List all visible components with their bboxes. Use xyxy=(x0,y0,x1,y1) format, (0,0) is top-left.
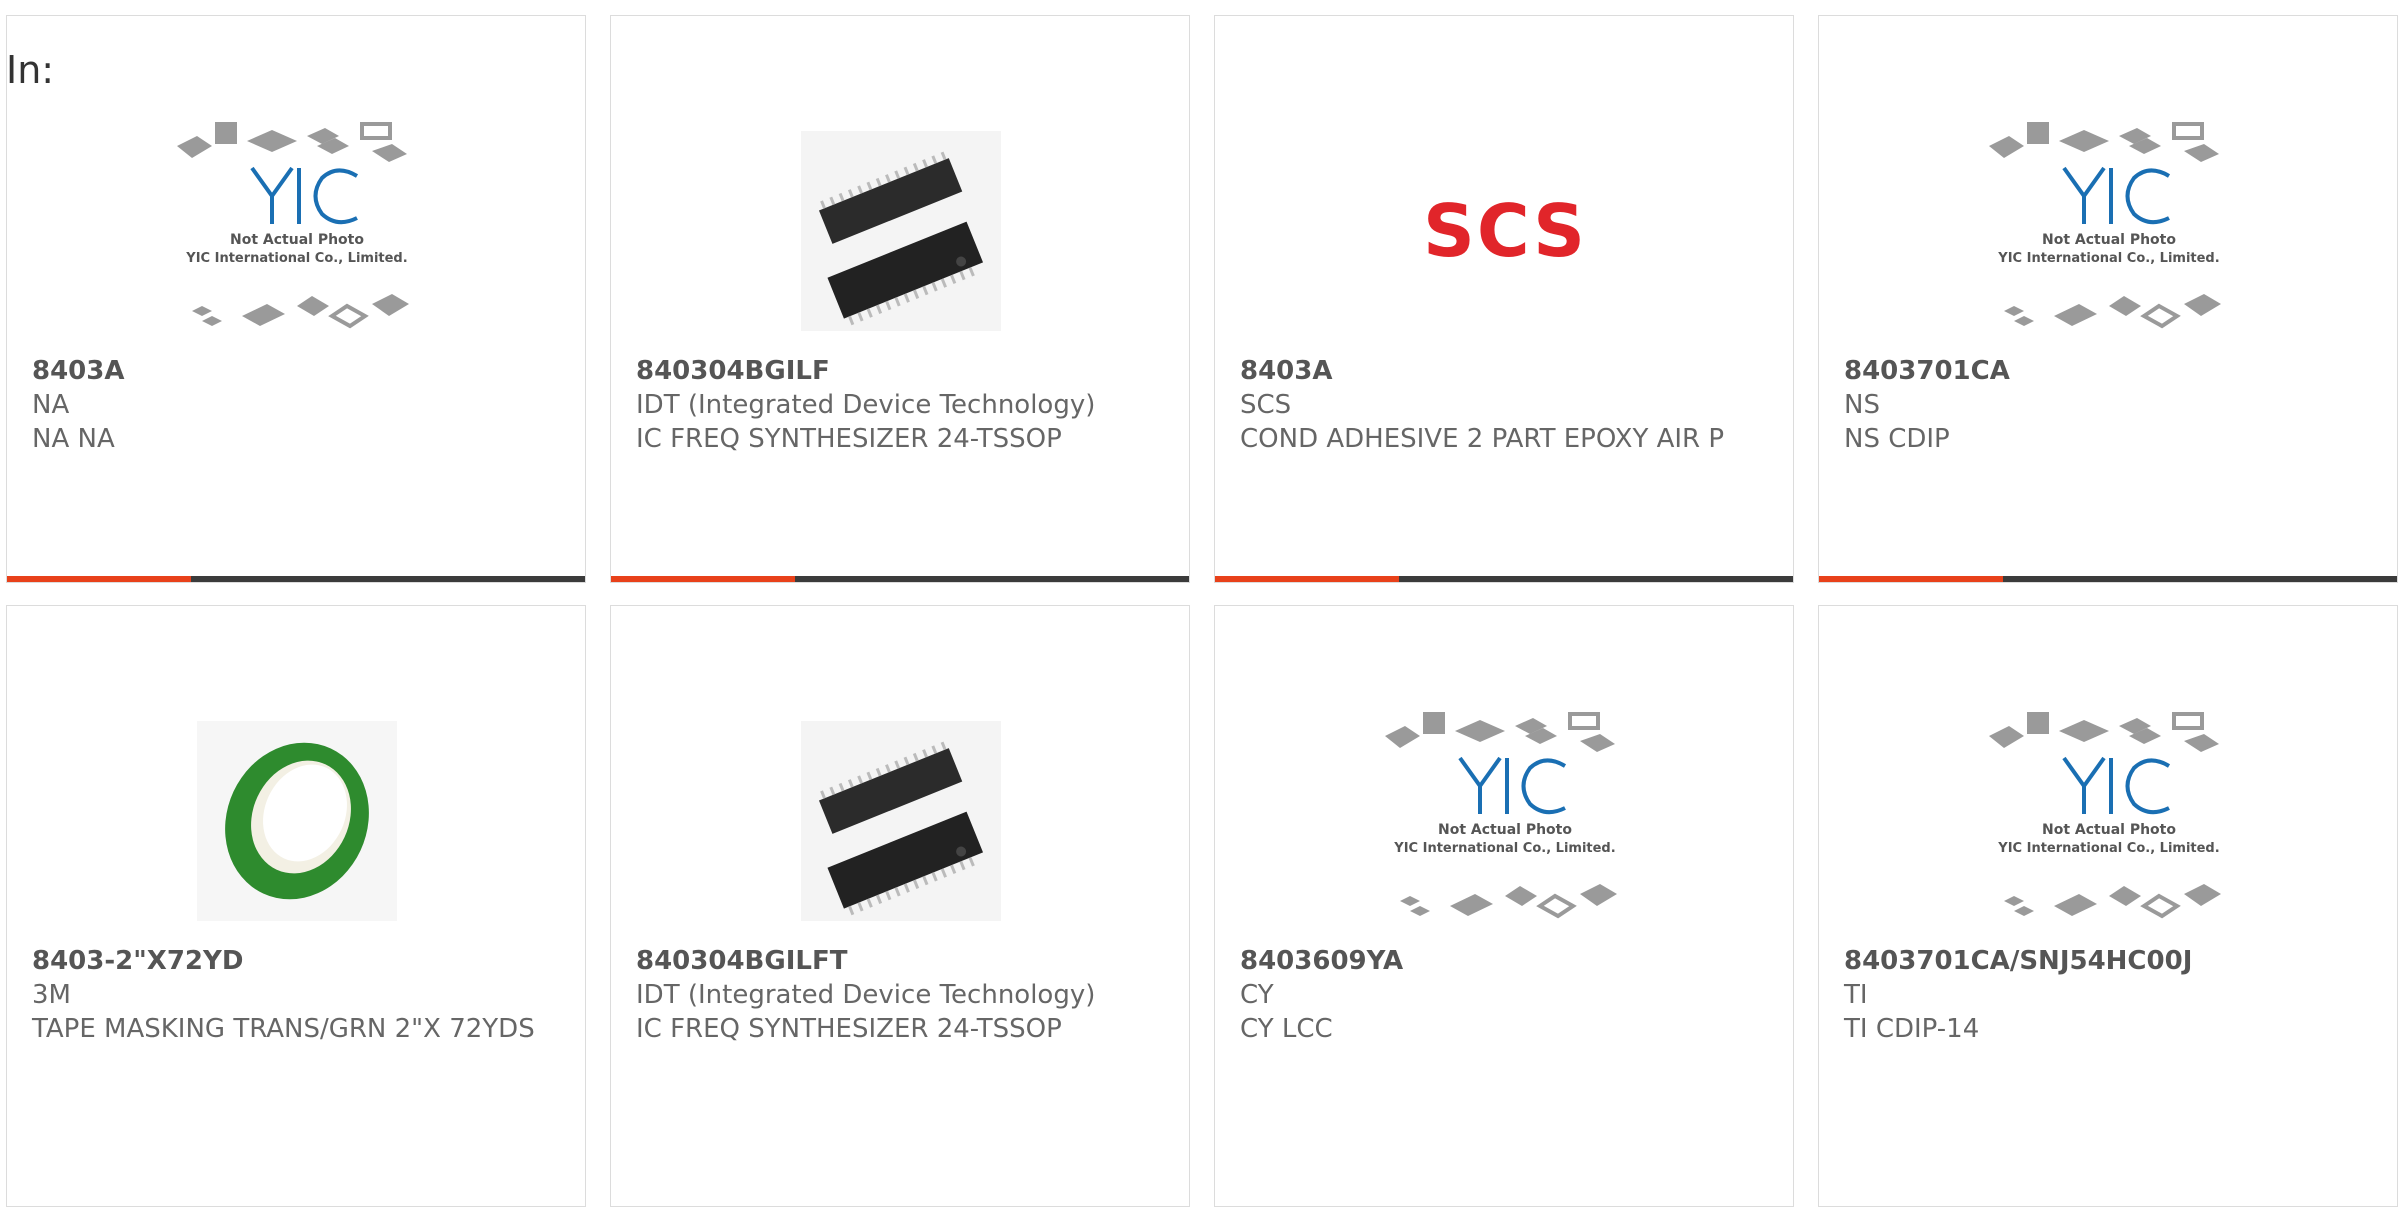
description: TAPE MASKING TRANS/GRN 2"X 72YDS xyxy=(32,1014,535,1044)
product-card[interactable]: Not Actual Photo YIC International Co., … xyxy=(1818,605,2398,1207)
product-card[interactable]: 8403-2"X72YD 3M TAPE MASKING TRANS/GRN 2… xyxy=(6,605,586,1207)
tssop-chip-image xyxy=(801,131,1001,331)
description: COND ADHESIVE 2 PART EPOXY AIR P xyxy=(1240,424,1725,454)
part-number[interactable]: 840304BGILFT xyxy=(636,944,1169,978)
manufacturer: IDT (Integrated Device Technology) xyxy=(636,390,1096,420)
description: TI CDIP-14 xyxy=(1844,1014,1980,1044)
product-info: 8403A SCS COND ADHESIVE 2 PART EPOXY AIR… xyxy=(1240,354,1773,456)
tssop-chip-image xyxy=(801,721,1001,921)
product-card[interactable]: Not Actual Photo YIC International Co., … xyxy=(1214,605,1794,1207)
manufacturer: NS xyxy=(1844,390,1880,420)
part-number[interactable]: 8403A xyxy=(1240,354,1773,388)
placeholder-line2: YIC International Co., Limited. xyxy=(1997,841,2219,856)
placeholder-line1: Not Actual Photo xyxy=(230,232,364,248)
card-bottom-bar xyxy=(611,576,1189,582)
placeholder-line2: YIC International Co., Limited. xyxy=(1997,251,2219,266)
part-number[interactable]: 8403609YA xyxy=(1240,944,1773,978)
part-number[interactable]: 840304BGILF xyxy=(636,354,1169,388)
placeholder-line1: Not Actual Photo xyxy=(2042,232,2176,248)
yic-placeholder-image: Not Actual Photo YIC International Co., … xyxy=(1989,712,2221,919)
part-number[interactable]: 8403-2"X72YD xyxy=(32,944,565,978)
manufacturer: CY xyxy=(1240,980,1274,1010)
product-card[interactable]: Not Actual Photo YIC International Co., … xyxy=(6,15,586,583)
manufacturer: SCS xyxy=(1240,390,1292,420)
manufacturer: TI xyxy=(1844,980,1868,1010)
description: NA NA xyxy=(32,424,115,454)
tape-roll-image xyxy=(197,721,397,921)
yic-placeholder-image: Not Actual Photo YIC International Co., … xyxy=(177,122,409,329)
manufacturer: 3M xyxy=(32,980,71,1010)
product-image: Not Actual Photo YIC International Co., … xyxy=(147,96,447,366)
part-number[interactable]: 8403701CA/SNJ54HC00J xyxy=(1844,944,2377,978)
product-image xyxy=(751,686,1051,956)
product-info: 840304BGILF IDT (Integrated Device Techn… xyxy=(636,354,1169,456)
manufacturer: IDT (Integrated Device Technology) xyxy=(636,980,1096,1010)
description: CY LCC xyxy=(1240,1014,1333,1044)
product-image: Not Actual Photo YIC International Co., … xyxy=(1959,686,2259,956)
product-image: SCS xyxy=(1355,96,1655,366)
product-card[interactable]: 840304BGILF IDT (Integrated Device Techn… xyxy=(610,15,1190,583)
part-number[interactable]: 8403701CA xyxy=(1844,354,2377,388)
product-info: 8403-2"X72YD 3M TAPE MASKING TRANS/GRN 2… xyxy=(32,944,565,1046)
placeholder-line2: YIC International Co., Limited. xyxy=(1393,841,1615,856)
product-image: Not Actual Photo YIC International Co., … xyxy=(1355,686,1655,956)
filter-label: In: xyxy=(6,48,55,92)
product-info: 8403609YA CY CY LCC xyxy=(1240,944,1773,1046)
product-grid: Not Actual Photo YIC International Co., … xyxy=(6,15,2398,1207)
description: IC FREQ SYNTHESIZER 24-TSSOP xyxy=(636,424,1062,454)
manufacturer: NA xyxy=(32,390,70,420)
yic-placeholder-image: Not Actual Photo YIC International Co., … xyxy=(1989,122,2221,329)
description: IC FREQ SYNTHESIZER 24-TSSOP xyxy=(636,1014,1062,1044)
scs-logo: SCS xyxy=(1423,189,1587,273)
yic-placeholder-image: Not Actual Photo YIC International Co., … xyxy=(1385,712,1617,919)
product-info: 840304BGILFT IDT (Integrated Device Tech… xyxy=(636,944,1169,1046)
placeholder-line1: Not Actual Photo xyxy=(1438,822,1572,838)
product-card[interactable]: Not Actual Photo YIC International Co., … xyxy=(1818,15,2398,583)
card-bottom-bar xyxy=(7,576,585,582)
card-bottom-bar xyxy=(1215,576,1793,582)
placeholder-line2: YIC International Co., Limited. xyxy=(185,251,407,266)
placeholder-line1: Not Actual Photo xyxy=(2042,822,2176,838)
product-image xyxy=(147,686,447,956)
product-info: 8403A NA NA NA xyxy=(32,354,565,456)
product-image: Not Actual Photo YIC International Co., … xyxy=(1959,96,2259,366)
product-image xyxy=(751,96,1051,366)
product-info: 8403701CA/SNJ54HC00J TI TI CDIP-14 xyxy=(1844,944,2377,1046)
card-bottom-bar xyxy=(1819,576,2397,582)
description: NS CDIP xyxy=(1844,424,1950,454)
product-info: 8403701CA NS NS CDIP xyxy=(1844,354,2377,456)
product-card[interactable]: 840304BGILFT IDT (Integrated Device Tech… xyxy=(610,605,1190,1207)
part-number[interactable]: 8403A xyxy=(32,354,565,388)
product-card[interactable]: SCS 8403A SCS COND ADHESIVE 2 PART EPOXY… xyxy=(1214,15,1794,583)
